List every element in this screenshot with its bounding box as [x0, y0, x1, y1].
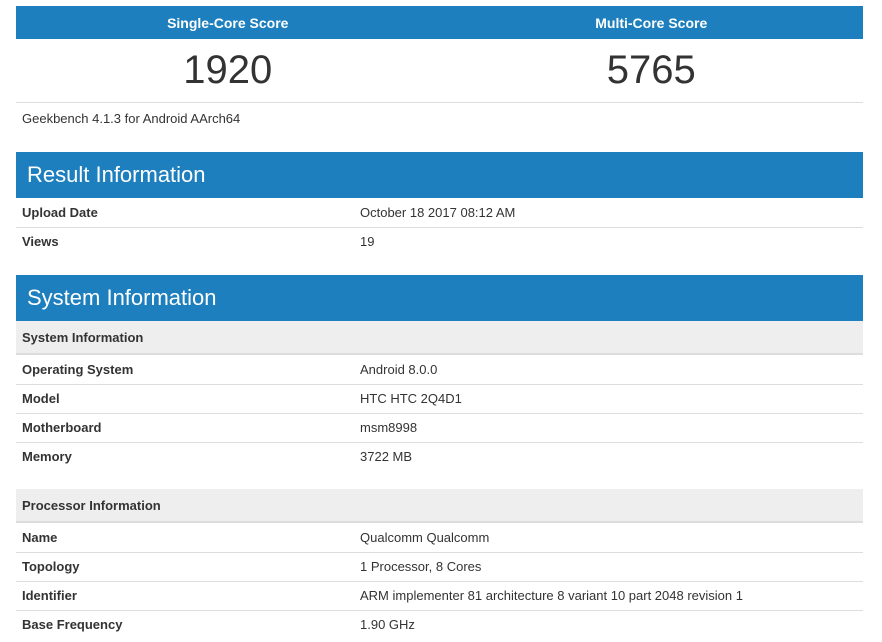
cpu-name-value: Qualcomm Qualcomm — [355, 523, 863, 553]
score-values: 1920 5765 — [16, 39, 863, 103]
os-value: Android 8.0.0 — [355, 355, 863, 385]
upload-date-value: October 18 2017 08:12 AM — [355, 198, 863, 228]
memory-value: 3722 MB — [360, 449, 413, 465]
model-key: Model — [16, 384, 355, 414]
views-key: Views — [22, 234, 59, 250]
topology-key: Topology — [16, 552, 355, 582]
memory-key: Memory — [22, 449, 72, 465]
multi-core-label: Multi-Core Score — [595, 14, 708, 31]
system-info-title: System Information — [16, 275, 863, 321]
table-row: Model HTC HTC 2Q4D1 — [16, 384, 863, 414]
multi-core-score: 5765 — [606, 48, 696, 92]
table-row: Name Qualcomm Qualcomm — [16, 523, 863, 553]
motherboard-value: msm8998 — [355, 413, 863, 443]
identifier-key: Identifier — [16, 581, 355, 611]
single-core-label: Single-Core Score — [167, 14, 289, 31]
score-header: Single-Core Score Multi-Core Score — [16, 6, 863, 39]
result-info-title: Result Information — [16, 152, 863, 198]
identifier-value: ARM implementer 81 architecture 8 varian… — [355, 581, 863, 611]
processor-info-table: Name Qualcomm Qualcomm Topology 1 Proces… — [16, 523, 863, 639]
processor-info-subhead: Processor Information — [16, 489, 863, 523]
geekbench-result-page: Single-Core Score Multi-Core Score 1920 … — [16, 6, 863, 639]
model-value: HTC HTC 2Q4D1 — [355, 384, 863, 414]
base-frequency-value: 1.90 GHz — [360, 617, 415, 633]
table-row: Topology 1 Processor, 8 Cores — [16, 552, 863, 582]
views-value: 19 — [360, 234, 375, 250]
table-row: Views 19 — [16, 227, 863, 256]
single-core-score: 1920 — [183, 48, 273, 92]
motherboard-key: Motherboard — [16, 413, 355, 443]
system-info-subhead: System Information — [16, 321, 863, 355]
system-info-table: Operating System Android 8.0.0 Model HTC… — [16, 355, 863, 471]
version-text: Geekbench 4.1.3 for Android AArch64 — [22, 110, 241, 126]
base-frequency-key: Base Frequency — [22, 617, 123, 633]
os-key: Operating System — [16, 355, 355, 385]
table-row: Memory 3722 MB — [16, 442, 863, 471]
table-row: Operating System Android 8.0.0 — [16, 355, 863, 385]
table-row: Base Frequency 1.90 GHz — [16, 610, 863, 639]
table-row: Identifier ARM implementer 81 architectu… — [16, 581, 863, 611]
upload-date-key: Upload Date — [16, 198, 355, 228]
table-row: Upload Date October 18 2017 08:12 AM — [16, 198, 863, 228]
cpu-name-key: Name — [16, 523, 355, 553]
result-info-table: Upload Date October 18 2017 08:12 AM Vie… — [16, 198, 863, 256]
topology-value: 1 Processor, 8 Cores — [355, 552, 863, 582]
table-row: Motherboard msm8998 — [16, 413, 863, 443]
